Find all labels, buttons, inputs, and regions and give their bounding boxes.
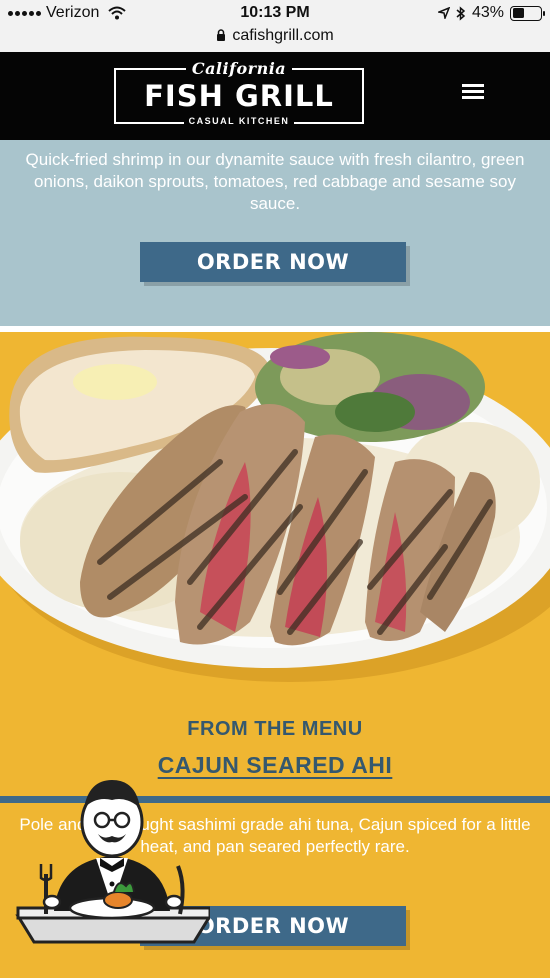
url-bar[interactable]: cafishgrill.com (0, 27, 550, 45)
status-bar: Verizon 10:13 PM 43% cafishgrill.com (0, 0, 550, 52)
from-the-menu-label: FROM THE MENU (187, 718, 363, 740)
logo-main-text: FISH GRILL (144, 79, 334, 113)
bluetooth-icon (456, 5, 466, 21)
status-icons: 43% (437, 4, 545, 22)
prev-item-description: Quick-fried shrimp in our dynamite sauce… (25, 150, 525, 213)
location-arrow-icon (437, 7, 450, 19)
battery-fill (512, 8, 525, 18)
cajun-seared-ahi-image (0, 332, 550, 682)
order-now-button[interactable]: ORDER NOW (140, 242, 406, 282)
battery-icon (510, 5, 545, 21)
site-logo[interactable]: California FISH GRILL CASUAL KITCHEN (114, 59, 364, 126)
lock-icon (217, 29, 226, 41)
battery-percent: 43% (471, 4, 504, 21)
hamburger-menu-icon[interactable] (460, 80, 486, 104)
site-header: California FISH GRILL CASUAL KITCHEN (0, 52, 550, 140)
waiter-icon (15, 780, 210, 944)
logo-script-text: California (185, 59, 293, 78)
prev-item-section: Quick-fried shrimp in our dynamite sauce… (0, 140, 550, 326)
url-text: cafishgrill.com (232, 27, 334, 44)
logo-sub-text: CASUAL KITCHEN (183, 116, 295, 126)
